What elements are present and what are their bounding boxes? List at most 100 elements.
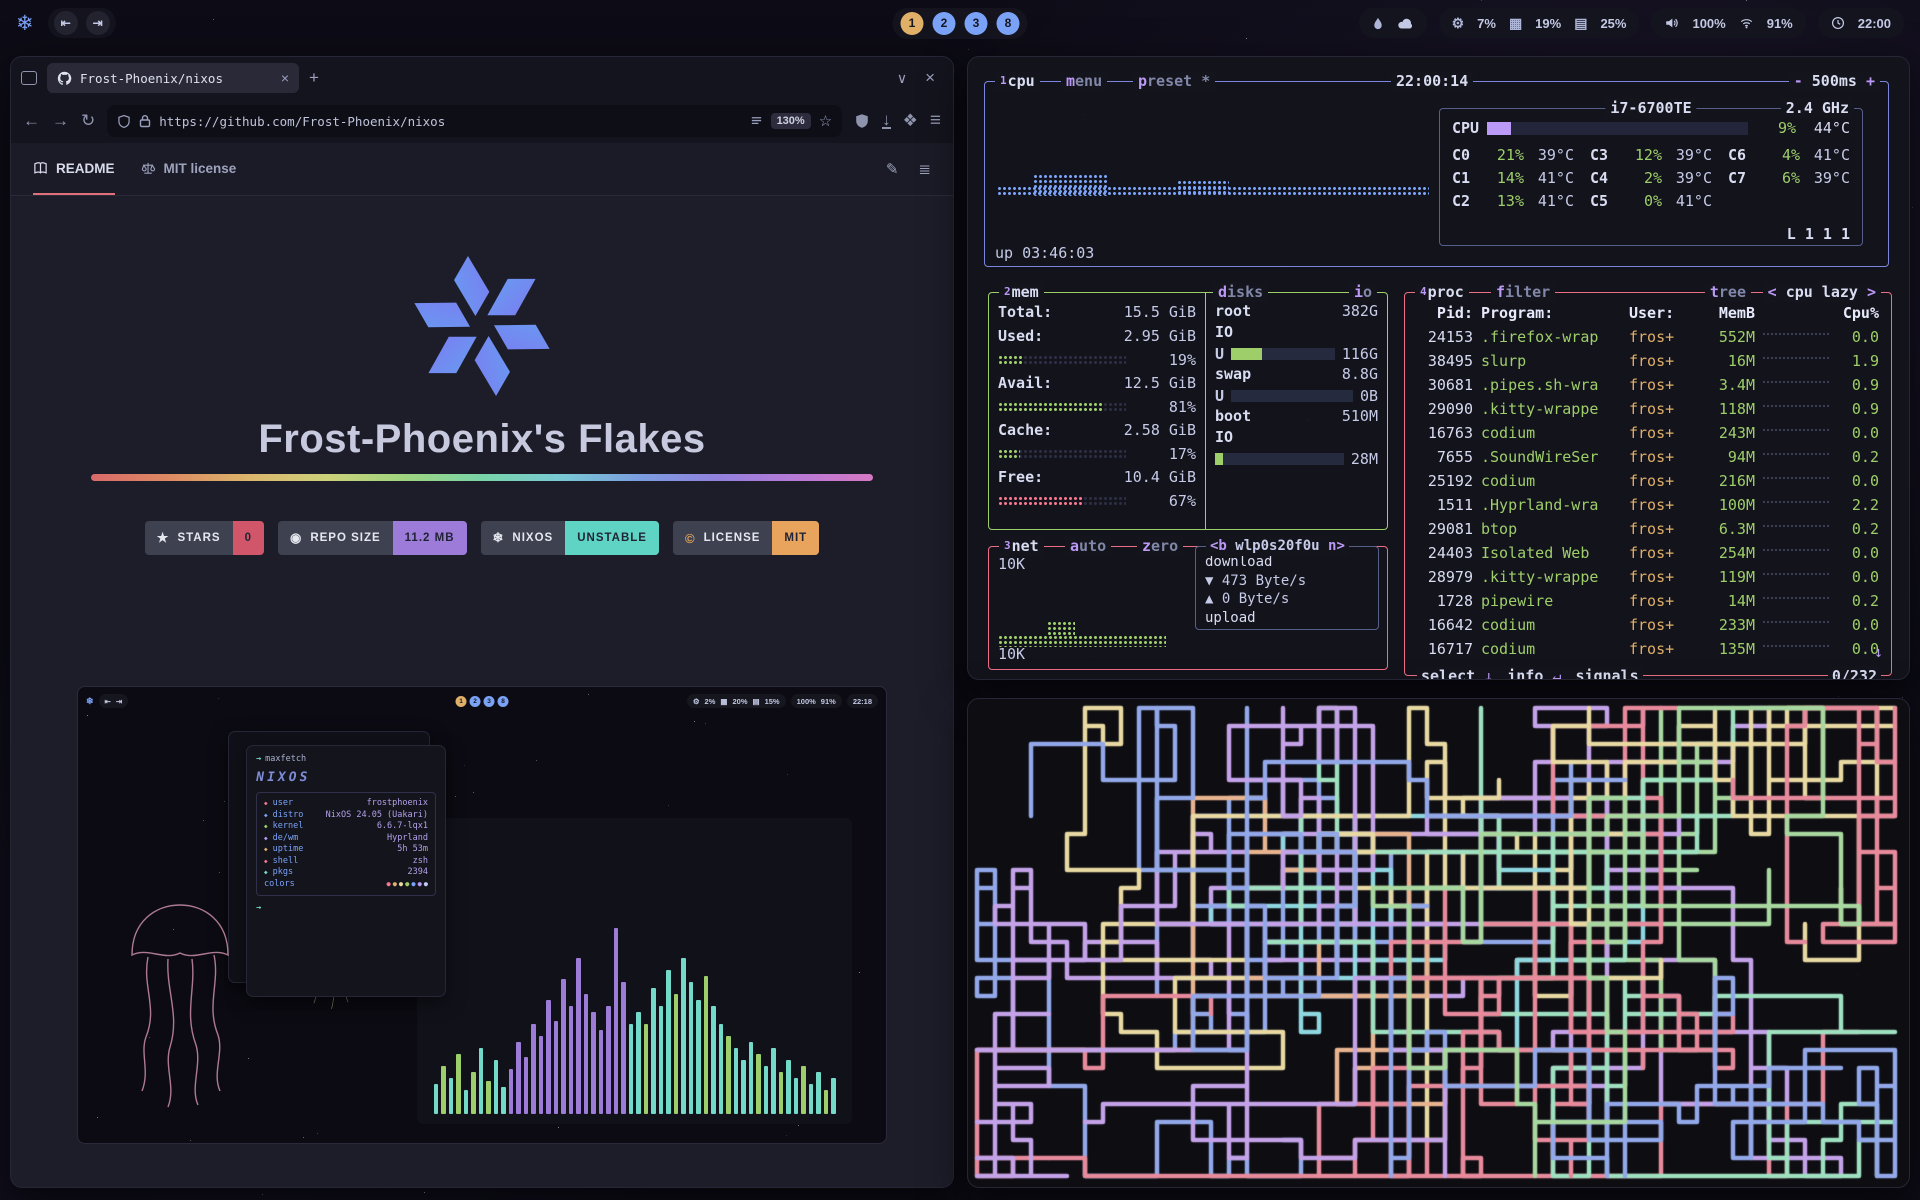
downloads-icon[interactable]: ↓: [882, 113, 891, 129]
shield-badge[interactable]: ❄NIXOS UNSTABLE: [481, 521, 659, 555]
forward-button[interactable]: →: [52, 111, 69, 131]
tracking-shield-icon[interactable]: [117, 114, 131, 129]
clock-module[interactable]: 22:00: [1818, 8, 1904, 38]
fetch-row: ◆ uptime 5h 53m: [264, 844, 428, 856]
shield-badge[interactable]: ©LICENSE MIT: [673, 521, 819, 555]
tab-close-icon[interactable]: ×: [281, 70, 289, 86]
proc-header-program[interactable]: Program:: [1481, 301, 1621, 325]
firefox-view-icon[interactable]: [21, 71, 37, 85]
btop-menu-button[interactable]: menu: [1061, 71, 1107, 91]
nixos-logo-icon[interactable]: ❄: [16, 11, 34, 36]
proc-header-cpu[interactable]: Cpu%: [1837, 301, 1879, 325]
process-row[interactable]: 38495 slurp fros+ 16M 1.9: [1405, 349, 1891, 373]
process-row[interactable]: 7655 .SoundWireSer fros+ 94M 0.2: [1405, 445, 1891, 469]
proc-filter-button[interactable]: filter: [1491, 282, 1555, 302]
mini-workspace-pill: 2: [470, 696, 481, 707]
disk-boot-meter: [1215, 453, 1344, 465]
proc-sort-selector[interactable]: < cpu lazy >: [1763, 282, 1881, 302]
clock-time: 22:00: [1858, 16, 1891, 31]
outline-icon[interactable]: ≣: [918, 160, 931, 178]
process-row[interactable]: 16642 codium fros+ 233M 0.0: [1405, 613, 1891, 637]
workspace-pill[interactable]: 1: [901, 12, 924, 35]
proc-select-hint[interactable]: select ↓: [1421, 666, 1493, 680]
net-auto-button[interactable]: auto: [1065, 536, 1111, 556]
edit-pencil-icon[interactable]: ✎: [886, 160, 899, 178]
field-key: user: [273, 798, 309, 810]
proc-signals-hint[interactable]: signals: [1575, 666, 1638, 680]
process-row[interactable]: 16763 codium fros+ 243M 0.0: [1405, 421, 1891, 445]
extensions-icon[interactable]: ❖: [903, 111, 918, 131]
audio-network-module[interactable]: 100% 91%: [1651, 8, 1805, 38]
disk-boot-size: 510M: [1342, 406, 1378, 427]
process-row[interactable]: 24403 Isolated Web fros+ 254M 0.0: [1405, 541, 1891, 565]
badge-icon: ★: [157, 530, 170, 546]
menu-icon[interactable]: ≡: [930, 110, 941, 132]
zoom-level-badge[interactable]: 130%: [771, 113, 811, 129]
process-row[interactable]: 1511 .Hyprland-wra fros+ 100M 2.2: [1405, 493, 1891, 517]
load-average: L 1 1 1: [1787, 225, 1850, 243]
process-row[interactable]: 25192 codium fros+ 216M 0.0: [1405, 469, 1891, 493]
workspace-pill[interactable]: 8: [997, 12, 1020, 35]
tab-bar: Frost-Phoenix/nixos × + ∨ ×: [11, 57, 953, 99]
proc-header-pid[interactable]: Pid:: [1417, 301, 1473, 325]
back-button[interactable]: ←: [23, 111, 40, 131]
process-row[interactable]: 30681 .pipes.sh-wra fros+ 3.4M 0.9: [1405, 373, 1891, 397]
proc-header-mem[interactable]: MemB: [1699, 301, 1755, 325]
system-stats-module[interactable]: ⚙ 7% ▦ 19% ▤ 25%: [1439, 8, 1640, 38]
media-prev-button[interactable]: ⇤: [54, 11, 78, 35]
reader-mode-icon[interactable]: [750, 115, 763, 128]
disk-icon: ▤: [1574, 16, 1587, 30]
field-value: 6.6.7-lqx1: [377, 821, 428, 833]
proc-info-hint[interactable]: info ↵: [1507, 666, 1561, 680]
mini-workspace-pill: 1: [456, 696, 467, 707]
process-row[interactable]: 29081 btop fros+ 6.3M 0.2: [1405, 517, 1891, 541]
process-row[interactable]: 28979 .kitty-wrappe fros+ 119M 0.0: [1405, 565, 1891, 589]
proc-footer: select ↓ info ↵ signals: [1417, 666, 1643, 680]
core-row: C4 2% 39°C: [1590, 166, 1712, 189]
media-next-button[interactable]: ⇥: [86, 11, 110, 35]
process-row[interactable]: 24153 .firefox-wrap fros+ 552M 0.0: [1405, 325, 1891, 349]
reload-button[interactable]: ↻: [81, 111, 95, 131]
url-bar[interactable]: https://github.com/Frost-Phoenix/nixos 1…: [107, 105, 842, 137]
field-key: de/wm: [273, 833, 309, 845]
badge-label: NIXOS: [512, 532, 553, 544]
shield-badge[interactable]: ◉REPO SIZE 11.2 MB: [278, 521, 467, 555]
adblock-shield-icon[interactable]: [854, 113, 870, 129]
proc-table-header: Pid: Program: User: MemB Cpu%: [1405, 301, 1891, 325]
btop-update-interval[interactable]: - 500ms +: [1789, 71, 1880, 91]
browser-tab[interactable]: Frost-Phoenix/nixos ×: [47, 63, 299, 93]
net-zero-button[interactable]: zero: [1137, 536, 1183, 556]
tab-license[interactable]: MIT license: [141, 143, 237, 195]
core-row: C7 6% 39°C: [1728, 166, 1850, 189]
tab-readme[interactable]: README: [33, 143, 115, 195]
net-interface-label[interactable]: <b wlp0s20f0u n>: [1206, 536, 1349, 556]
net-interface-box: <b wlp0s20f0u n> download ▼ 473 Byte/s ▲…: [1195, 546, 1379, 630]
gear-icon: ⚙: [1452, 16, 1465, 30]
disk-boot-name: boot: [1215, 406, 1251, 427]
droplet-icon: [1372, 17, 1384, 30]
shield-badge[interactable]: ★STARS 0: [145, 521, 264, 555]
disk-root-meter: [1231, 348, 1335, 360]
proc-scroll-down-icon[interactable]: ↓: [1874, 643, 1883, 661]
process-row[interactable]: 16717 codium fros+ 135M 0.0: [1405, 637, 1891, 661]
new-tab-button[interactable]: +: [309, 68, 319, 88]
weather-module[interactable]: [1359, 8, 1427, 38]
window-close-icon[interactable]: ×: [925, 68, 935, 88]
mem-total-value: 15.5 GiB: [1124, 301, 1196, 325]
workspace-pill[interactable]: 2: [933, 12, 956, 35]
bookmark-star-icon[interactable]: ☆: [819, 112, 832, 130]
field-icon: ◆: [264, 844, 268, 856]
color-dot: ●: [393, 879, 397, 891]
proc-header-user[interactable]: User:: [1629, 301, 1691, 325]
lock-icon[interactable]: [139, 114, 151, 128]
process-row[interactable]: 1728 pipewire fros+ 14M 0.2: [1405, 589, 1891, 613]
net-box-title: 3net: [999, 536, 1044, 556]
cpu-usage: 7%: [1477, 16, 1496, 31]
btop-preset-button[interactable]: preset *: [1133, 71, 1215, 91]
media-controls: ⇤ ⇥: [48, 8, 116, 38]
workspace-pill[interactable]: 3: [965, 12, 988, 35]
process-row[interactable]: 29090 .kitty-wrappe fros+ 118M 0.9: [1405, 397, 1891, 421]
readme-screenshot[interactable]: ❄ ⇤ ⇥ 1238 ⚙ 2% ▦ 20% ▤: [77, 686, 887, 1144]
list-tabs-icon[interactable]: ∨: [897, 70, 907, 87]
proc-tree-button[interactable]: tree: [1705, 282, 1751, 302]
